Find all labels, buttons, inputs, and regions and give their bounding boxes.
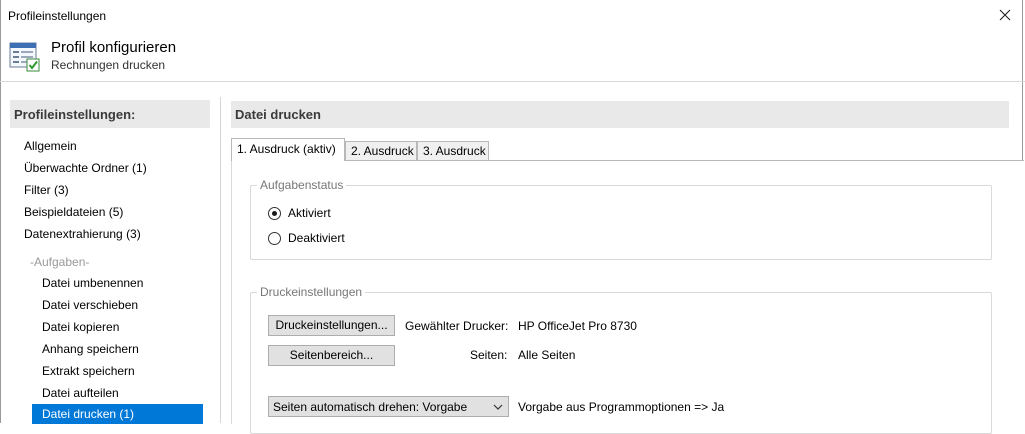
tab-print-2[interactable]: 2. Ausdruck xyxy=(345,141,417,160)
auto-rotate-select[interactable]: Seiten automatisch drehen: Vorgabe xyxy=(268,396,509,417)
radio-activated[interactable]: Aktiviert xyxy=(268,206,331,220)
sidebar-task-save-extract[interactable]: Extrakt speichern xyxy=(32,361,203,381)
sidebar-item-watched-folders[interactable]: Überwachte Ordner (1) xyxy=(24,158,204,178)
close-button[interactable] xyxy=(993,3,1017,27)
sidebar-heading: Profileinstellungen: xyxy=(10,100,210,128)
sidebar-item-data-extraction[interactable]: Datenextrahierung (3) xyxy=(24,224,204,244)
page-title: Profil konfigurieren xyxy=(51,39,177,56)
sidebar-item-sample-files[interactable]: Beispieldateien (5) xyxy=(24,202,204,222)
radio-checked-icon xyxy=(268,206,281,220)
sidebar-item-allgemein[interactable]: Allgemein xyxy=(24,136,204,156)
sidebar-group-tasks: -Aufgaben- xyxy=(30,255,90,269)
sidebar-task-save-attachment[interactable]: Anhang speichern xyxy=(32,339,203,359)
close-icon xyxy=(999,9,1011,21)
window-title: Profileinstellungen xyxy=(8,9,107,23)
task-status-title: Aufgabenstatus xyxy=(257,178,347,192)
sidebar-item-filter[interactable]: Filter (3) xyxy=(24,180,204,200)
section-heading: Datei drucken xyxy=(231,101,1009,128)
dialog-header: Profil konfigurieren Rechnungen drucken xyxy=(0,31,1025,82)
pages-value: Alle Seiten xyxy=(518,348,576,362)
print-settings-button[interactable]: Druckeinstellungen... xyxy=(268,315,395,336)
sidebar-task-move[interactable]: Datei verschieben xyxy=(32,295,203,315)
tab-print-1[interactable]: 1. Ausdruck (aktiv) xyxy=(231,138,345,161)
pages-label: Seiten: xyxy=(470,348,508,362)
sidebar-task-rename[interactable]: Datei umbenennen xyxy=(32,273,203,293)
print-settings-title: Druckeinstellungen xyxy=(257,285,366,299)
printer-label: Gewählter Drucker: xyxy=(405,319,509,333)
auto-rotate-note: Vorgabe aus Programmoptionen => Ja xyxy=(518,400,725,414)
printer-value: HP OfficeJet Pro 8730 xyxy=(518,319,637,333)
profile-settings-icon xyxy=(9,42,40,72)
sidebar-task-split[interactable]: Datei aufteilen xyxy=(32,383,203,403)
page-range-button[interactable]: Seitenbereich... xyxy=(268,345,395,366)
task-status-group: Aufgabenstatus xyxy=(250,178,992,260)
radio-unchecked-icon xyxy=(268,231,281,245)
radio-deactivated[interactable]: Deaktiviert xyxy=(268,231,345,245)
tab-print-3[interactable]: 3. Ausdruck xyxy=(417,141,489,160)
sidebar-divider xyxy=(220,97,221,423)
title-bar: Profileinstellungen xyxy=(0,0,1025,31)
sidebar-task-copy[interactable]: Datei kopieren xyxy=(32,317,203,337)
sidebar-task-print[interactable]: Datei drucken (1) xyxy=(32,404,203,424)
page-subtitle: Rechnungen drucken xyxy=(51,58,166,72)
chevron-down-icon xyxy=(493,404,503,410)
